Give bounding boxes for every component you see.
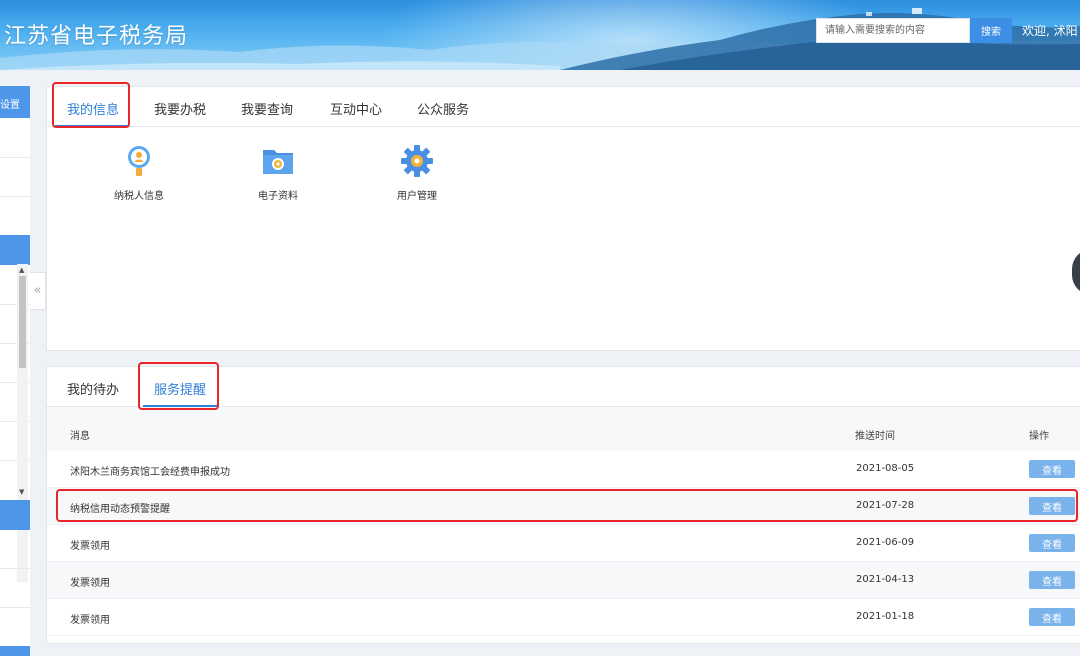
row-message: 沭阳木兰商务宾馆工会经费申报成功 [70, 467, 230, 478]
scroll-up-arrow-icon[interactable]: ▲ [19, 266, 24, 274]
tile-label: 纳税人信息 [114, 191, 164, 202]
view-button[interactable]: 查看 [1029, 534, 1075, 552]
sidebar-item-section[interactable] [0, 500, 30, 530]
tile-label: 电子资料 [258, 191, 298, 202]
row-push-time: 2021-07-28 [856, 500, 915, 511]
row-push-time: 2021-06-09 [856, 537, 915, 548]
sidebar-item-settings[interactable]: 设置 [0, 86, 30, 118]
column-header-message: 消息 [70, 431, 90, 442]
tab-my-info[interactable]: 我的信息 [67, 99, 119, 118]
welcome-user-text: 欢迎, 沭阳 [1022, 24, 1078, 38]
tab-tax-handling[interactable]: 我要办税 [154, 99, 206, 118]
sidebar-item-section[interactable] [0, 646, 30, 656]
column-header-action: 操作 [1029, 431, 1049, 442]
scroll-down-arrow-icon[interactable]: ▼ [19, 488, 24, 496]
sidebar-item-section[interactable] [0, 235, 30, 265]
left-sidebar: 设置 ▲ ▼ [0, 86, 30, 656]
sidebar-item-label: 设置 [0, 100, 20, 111]
table-row: 发票领用 2021-01-18 查看 [47, 599, 1080, 636]
double-chevron-left-icon: « [33, 283, 42, 298]
row-push-time: 2021-04-13 [856, 574, 915, 585]
tab-public-service[interactable]: 公众服务 [417, 99, 469, 118]
column-header-push-time: 推送时间 [855, 431, 895, 442]
electronic-documents-icon [263, 150, 293, 174]
search-input[interactable] [816, 18, 970, 43]
sidebar-divider [0, 568, 30, 569]
view-button[interactable]: 查看 [1029, 497, 1075, 515]
tile-label: 用户管理 [397, 191, 437, 202]
sidebar-divider [0, 157, 30, 158]
view-button[interactable]: 查看 [1029, 460, 1075, 478]
sidebar-collapse-button[interactable]: « [30, 272, 46, 310]
row-message: 发票领用 [70, 578, 110, 589]
table-row: 发票领用 2021-04-13 查看 [47, 562, 1080, 599]
row-message: 发票领用 [70, 615, 110, 626]
sidebar-scrollbar-thumb[interactable] [19, 276, 26, 368]
table-row: 沭阳木兰商务宾馆工会经费申报成功 2021-08-05 查看 [47, 451, 1080, 488]
user-management-tile[interactable]: 用户管理 [367, 144, 467, 202]
tab-my-todo[interactable]: 我的待办 [67, 379, 119, 398]
tab-interaction-center[interactable]: 互动中心 [330, 99, 382, 118]
tab-service-reminder[interactable]: 服务提醒 [154, 379, 206, 398]
site-title: 江苏省电子税务局 [4, 24, 189, 49]
service-reminder-panel: 我的待办 服务提醒 消息 推送时间 操作 沭阳木兰商务宾馆工会经费申报成功 20… [46, 366, 1080, 644]
my-info-panel: 我的信息 我要办税 我要查询 互动中心 公众服务 纳税人信息 电子资料 用户管理 [46, 86, 1080, 351]
main-tabs: 我的信息 我要办税 我要查询 互动中心 公众服务 [47, 87, 1080, 127]
taxpayer-info-icon [128, 146, 150, 176]
row-message: 纳税信用动态预警提醒 [70, 504, 170, 515]
row-message: 发票领用 [70, 541, 110, 552]
tab-query[interactable]: 我要查询 [241, 99, 293, 118]
view-button[interactable]: 查看 [1029, 608, 1075, 626]
todo-reminder-tabs: 我的待办 服务提醒 [47, 367, 1080, 407]
table-row: 发票领用 2021-06-09 查看 [47, 525, 1080, 562]
row-push-time: 2021-01-18 [856, 611, 915, 622]
active-tab-indicator [55, 125, 129, 127]
view-button[interactable]: 查看 [1029, 571, 1075, 589]
taxpayer-info-tile[interactable]: 纳税人信息 [89, 144, 189, 202]
electronic-documents-tile[interactable]: 电子资料 [228, 144, 328, 202]
table-row: 纳税信用动态预警提醒 2021-07-28 查看 [47, 488, 1080, 525]
search-button[interactable]: 搜索 [970, 18, 1012, 43]
sidebar-divider [0, 196, 30, 197]
site-header: 江苏省电子税务局 搜索 欢迎, 沭阳 [0, 0, 1080, 70]
sidebar-divider [0, 607, 30, 608]
table-header: 消息 推送时间 操作 [47, 407, 1080, 451]
user-management-icon [401, 145, 433, 177]
row-push-time: 2021-08-05 [856, 463, 915, 474]
